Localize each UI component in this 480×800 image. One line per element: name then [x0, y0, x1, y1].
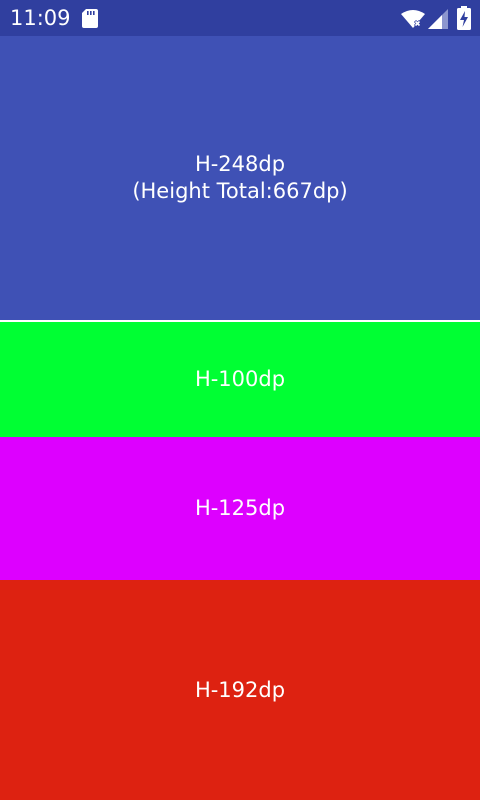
block-label-group: H-248dp (Height Total:667dp)	[132, 151, 347, 205]
status-time: 11:09	[10, 6, 71, 30]
block-label: H-125dp	[194, 496, 286, 520]
height-block-125dp: H-125dp	[0, 437, 480, 580]
block-label: H-100dp	[194, 367, 286, 391]
height-block-248dp: H-248dp (Height Total:667dp)	[0, 36, 480, 320]
height-block-100dp: H-100dp	[0, 322, 480, 437]
block-label: H-248dp	[194, 152, 286, 176]
status-bar: 11:09	[0, 0, 480, 36]
block-label: H-192dp	[194, 677, 286, 702]
sd-card-icon	[82, 9, 98, 28]
wifi-icon	[401, 10, 425, 28]
block-sublabel: (Height Total:667dp)	[132, 179, 348, 203]
signal-icon	[428, 9, 448, 29]
height-block-192dp: H-192dp	[0, 580, 480, 800]
battery-charging-icon	[457, 6, 471, 30]
